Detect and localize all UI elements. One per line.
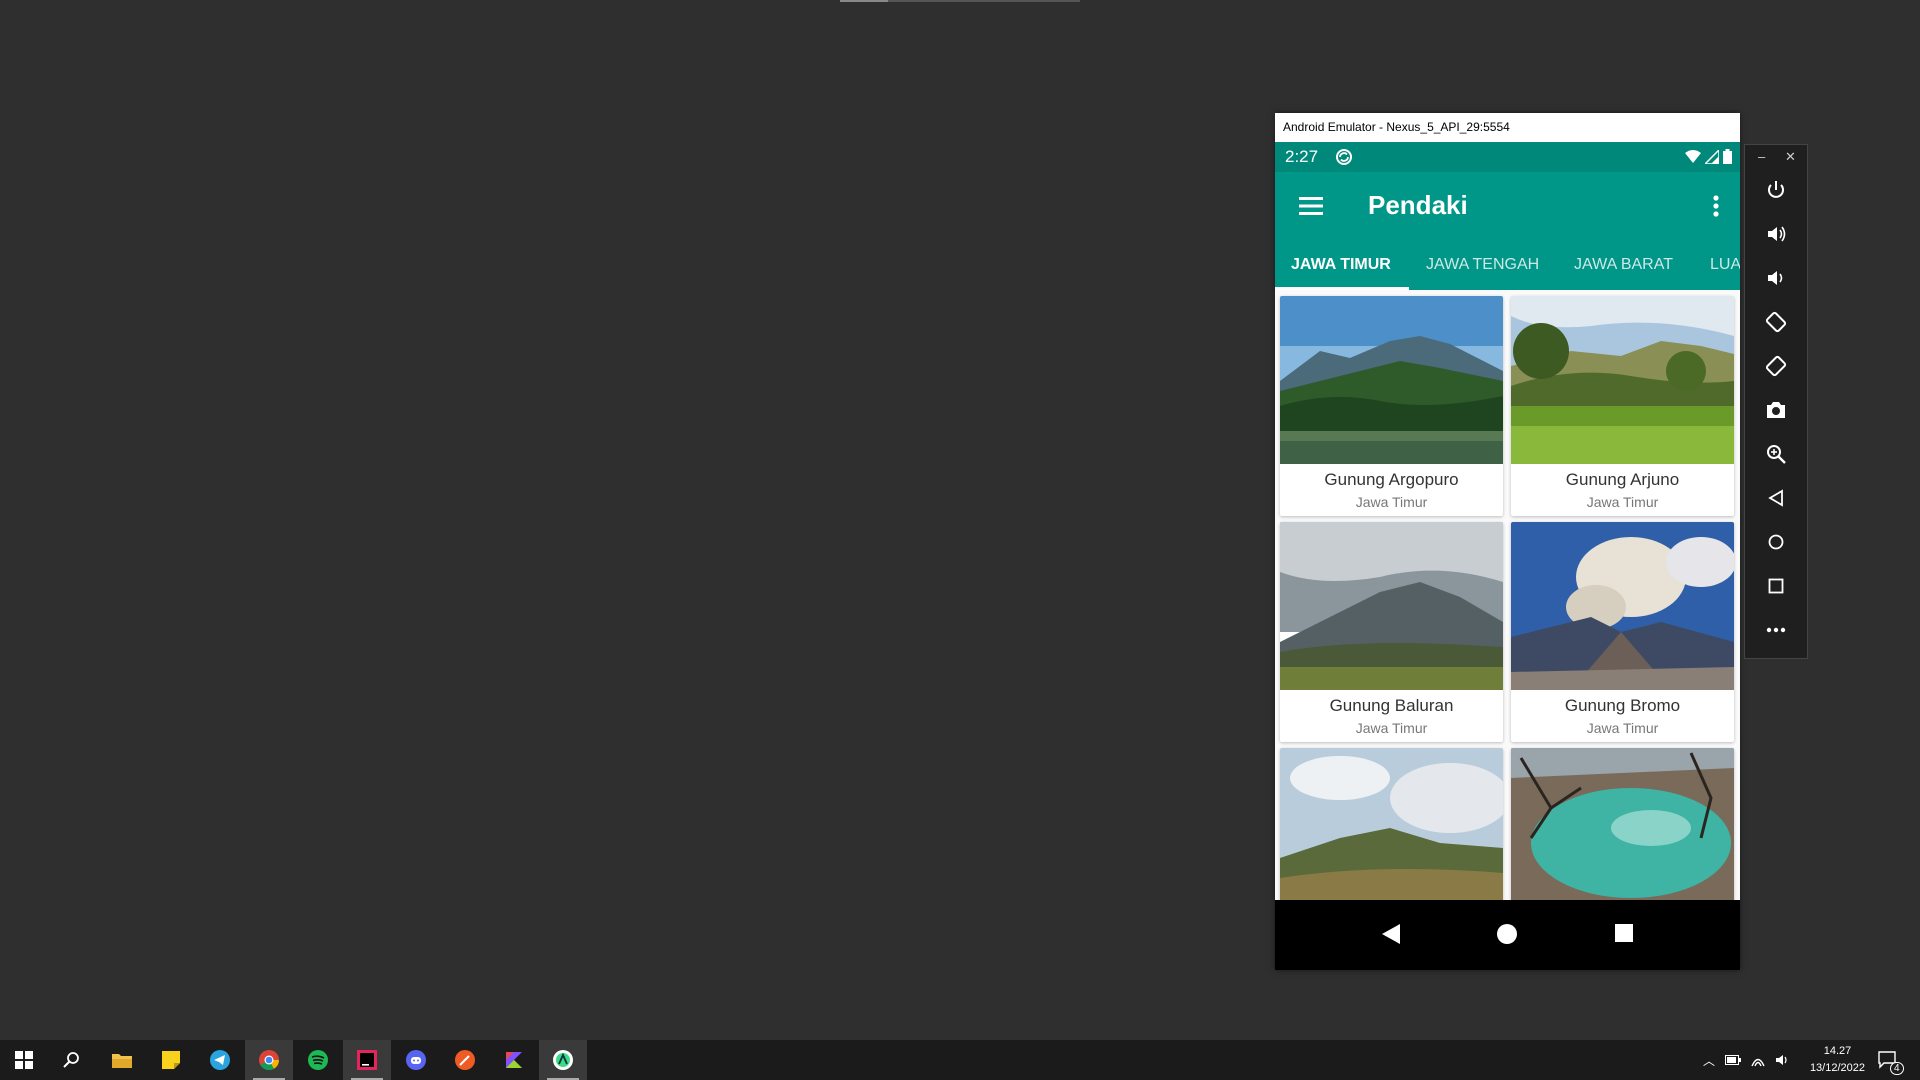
mountain-card[interactable]: Gunung Argopuro Jawa Timur [1280,296,1503,516]
status-time: 2:27 [1285,147,1319,166]
chevron-up-icon[interactable]: ︿ [1703,1052,1715,1069]
system-tray: ︿ [1703,1040,1789,1080]
mountain-region: Jawa Timur [1355,494,1428,510]
nav-home-icon[interactable] [1495,922,1519,946]
home-icon[interactable] [1761,527,1791,557]
mountain-name: Gunung Baluran [1329,696,1454,715]
nav-back-icon[interactable] [1380,922,1402,946]
close-icon[interactable]: ✕ [1785,149,1796,165]
tab-luar-jawa[interactable]: LUA [1710,240,1740,290]
mountain-grid[interactable]: Gunung Argopuro Jawa Timur Gunung Arjuno… [1275,290,1740,900]
mountain-photo [1511,748,1734,900]
notification-count-badge: 4 [1890,1062,1904,1075]
region-tabs: JAWA TIMUR JAWA TENGAH JAWA BARAT LUA [1275,240,1740,290]
emulator-title: Android Emulator - Nexus_5_API_29:5554 [1275,113,1740,142]
postman-icon[interactable] [441,1040,489,1080]
phone-screen: 2:27 Pendaki JAWA TIMUR JAWA TENGAH JAWA… [1275,142,1740,970]
spotify-icon[interactable] [294,1040,342,1080]
mountain-photo [1280,748,1503,900]
tab-jawa-timur[interactable]: JAWA TIMUR [1291,240,1391,290]
intellij-icon[interactable] [343,1040,391,1080]
file-explorer-icon[interactable] [98,1040,146,1080]
signal-icon [1705,149,1719,164]
sticky-notes-icon[interactable] [147,1040,195,1080]
tab-jawa-tengah[interactable]: JAWA TENGAH [1426,240,1539,290]
power-icon[interactable] [1761,175,1791,205]
volume-up-icon[interactable] [1761,219,1791,249]
more-icon[interactable] [1761,615,1791,645]
app-toolbar: Pendaki [1275,172,1740,240]
back-icon[interactable] [1761,483,1791,513]
clock-time: 14.27 [1823,1045,1852,1057]
minimize-icon[interactable]: – [1758,149,1765,164]
windows-taskbar: ︿ 14.27 13/12/2022 4 [0,1040,1920,1080]
start-icon[interactable] [0,1040,48,1080]
search-icon[interactable] [48,1040,96,1080]
overview-icon[interactable] [1761,571,1791,601]
mountain-photo [1511,522,1734,690]
menu-icon[interactable] [1297,193,1325,219]
mountain-card[interactable]: Gunung Baluran Jawa Timur [1280,522,1503,742]
tab-jawa-barat[interactable]: JAWA BARAT [1574,240,1673,290]
mountain-photo [1280,522,1503,690]
taskbar-clock[interactable]: 14.27 13/12/2022 [1810,1043,1865,1077]
mountain-region: Jawa Timur [1586,494,1659,510]
mountain-card[interactable] [1511,748,1734,900]
mountain-region: Jawa Timur [1586,720,1659,736]
mountain-card[interactable] [1280,748,1503,900]
battery-tray-icon[interactable] [1725,1055,1742,1065]
network-icon[interactable] [1751,1053,1765,1067]
emulator-controls: – ✕ [1744,144,1808,659]
zoom-icon[interactable] [1761,439,1791,469]
emulator-window: Android Emulator - Nexus_5_API_29:5554 2… [1275,113,1740,970]
mountain-name: Gunung Argopuro [1324,470,1459,489]
discord-icon[interactable] [392,1040,440,1080]
mountain-card[interactable]: Gunung Bromo Jawa Timur [1511,522,1734,742]
android-nav-bar [1275,900,1740,970]
telegram-icon[interactable] [196,1040,244,1080]
mountain-name: Gunung Bromo [1564,696,1681,715]
background-window-edge [840,0,1080,2]
nav-overview-icon[interactable] [1613,922,1635,944]
kotlin-icon[interactable] [490,1040,538,1080]
camera-icon[interactable] [1761,395,1791,425]
rotate-right-icon[interactable] [1761,351,1791,381]
clock-date: 13/12/2022 [1809,1062,1865,1074]
mountain-card[interactable]: Gunung Arjuno Jawa Timur [1511,296,1734,516]
status-bar: 2:27 [1275,142,1740,172]
overflow-menu-icon[interactable] [1706,192,1726,220]
mountain-photo [1511,296,1734,464]
battery-icon [1723,149,1732,164]
speaker-icon[interactable] [1775,1053,1789,1067]
android-studio-icon[interactable] [539,1040,587,1080]
sync-icon [1336,149,1352,165]
mountain-name: Gunung Arjuno [1565,470,1680,489]
notification-center-icon[interactable]: 4 [1878,1040,1904,1080]
chrome-icon[interactable] [245,1040,293,1080]
mountain-region: Jawa Timur [1355,720,1428,736]
app-title: Pendaki [1368,190,1468,220]
rotate-left-icon[interactable] [1761,307,1791,337]
volume-down-icon[interactable] [1761,263,1791,293]
wifi-icon [1685,149,1701,163]
mountain-photo [1280,296,1503,464]
